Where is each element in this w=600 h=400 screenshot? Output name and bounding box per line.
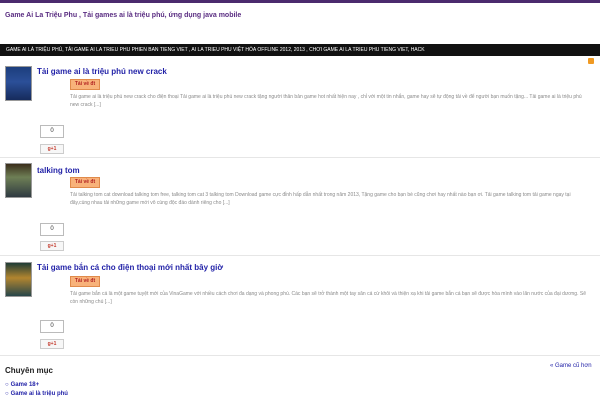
- post-title-link[interactable]: talking tom: [37, 166, 80, 175]
- category-item[interactable]: ○ Game 18+: [5, 381, 68, 390]
- like-count: 0: [40, 125, 64, 138]
- bullet-icon: ○: [5, 391, 9, 397]
- like-count: 0: [40, 320, 64, 333]
- post-title-link[interactable]: Tải game bắn cá cho điện thoại mới nhất …: [37, 263, 223, 272]
- post-divider: [0, 355, 600, 356]
- post-thumbnail[interactable]: [5, 262, 32, 297]
- post-title-link[interactable]: Tải game ai là triệu phú new crack: [37, 67, 167, 76]
- nav-links[interactable]: GAME AI LÀ TRIỆU PHÚ, TẢI GAME AI LA TRI…: [6, 44, 425, 56]
- post-excerpt: Tải talking tom cat download talking tom…: [70, 192, 571, 206]
- category-item[interactable]: ○ Game ai là triệu phú: [5, 390, 68, 399]
- main-nav-bar: GAME AI LÀ TRIỆU PHÚ, TẢI GAME AI LA TRI…: [0, 44, 600, 56]
- gplus-button[interactable]: g+1: [40, 241, 64, 251]
- categories-heading: Chuyên mục: [5, 366, 54, 375]
- post-divider: [0, 255, 600, 256]
- post-thumbnail[interactable]: [5, 66, 32, 101]
- like-count: 0: [40, 223, 64, 236]
- post-excerpt: Tải game bắn cá là một game tuyệt mới củ…: [70, 291, 586, 305]
- site-title[interactable]: Game Ai La Triệu Phu , Tải games ai là t…: [5, 12, 241, 19]
- category-list: ○ Game 18+ ○ Game ai là triệu phú: [5, 381, 68, 399]
- download-button[interactable]: Tải về đt: [70, 177, 100, 188]
- download-button[interactable]: Tải về đt: [70, 276, 100, 287]
- rss-icon[interactable]: [588, 58, 594, 64]
- top-accent-bar: [0, 0, 600, 3]
- category-label[interactable]: Game 18+: [11, 382, 40, 388]
- download-button[interactable]: Tải về đt: [70, 79, 100, 90]
- bullet-icon: ○: [5, 382, 9, 388]
- gplus-button[interactable]: g+1: [40, 339, 64, 349]
- post-thumbnail[interactable]: [5, 163, 32, 198]
- older-posts-link[interactable]: « Game cũ hơn: [550, 363, 592, 369]
- category-label[interactable]: Game ai là triệu phú: [11, 391, 68, 397]
- post-excerpt: Tải game ai là triệu phú new crack cho đ…: [70, 94, 582, 108]
- gplus-button[interactable]: g+1: [40, 144, 64, 154]
- post-divider: [0, 157, 600, 158]
